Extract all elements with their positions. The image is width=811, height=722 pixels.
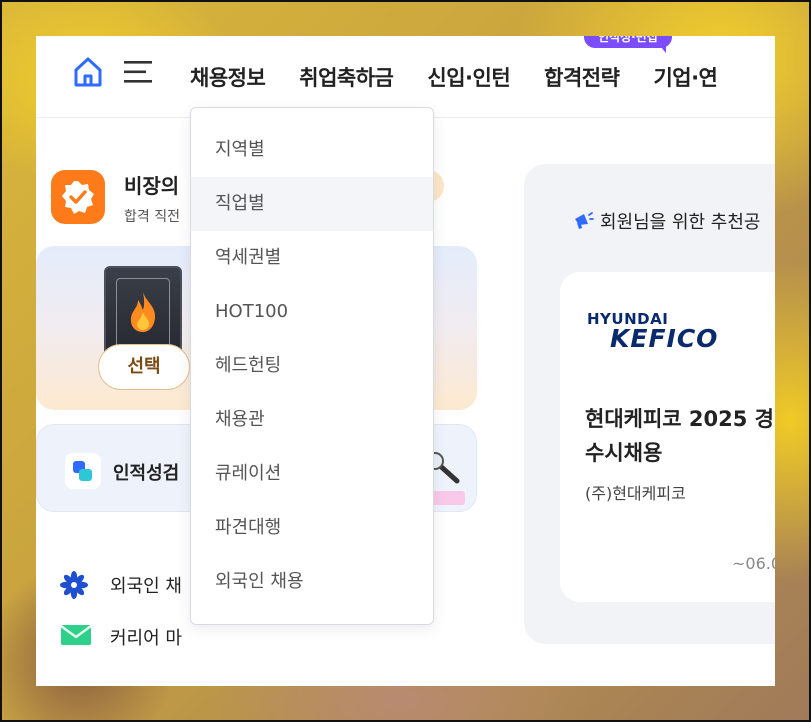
mail-icon bbox=[60, 623, 92, 651]
link-career-mail[interactable]: 커리어 마 bbox=[60, 622, 182, 652]
dropdown-item-occupation[interactable]: 직업별 bbox=[191, 177, 433, 231]
link-foreign-jobs[interactable]: 외국인 채 bbox=[60, 570, 182, 600]
dropdown-item-foreigner[interactable]: 외국인 채용 bbox=[191, 555, 433, 609]
nav-item-newcomer-intern[interactable]: 신입·인턴 bbox=[427, 62, 510, 92]
vip-title: 비장의 bbox=[124, 174, 180, 198]
link-label: 커리어 마 bbox=[110, 628, 182, 649]
dropdown-item-station[interactable]: 역세권별 bbox=[191, 231, 433, 285]
dropdown-item-curation[interactable]: 큐레이션 bbox=[191, 447, 433, 501]
recommend-title: 회원님을 위한 추천공 bbox=[572, 208, 760, 234]
nav-item-strategy[interactable]: 합격전략 bbox=[544, 62, 620, 92]
job-deadline: ~06.0 bbox=[732, 554, 775, 573]
job-company: (주)현대케피코 bbox=[585, 484, 686, 503]
nav-item-company[interactable]: 기업·연 bbox=[653, 62, 717, 92]
home-icon[interactable] bbox=[72, 56, 104, 88]
recommend-title-text: 회원님을 위한 추천공 bbox=[600, 212, 761, 233]
dropdown-item-hot100[interactable]: HOT100 bbox=[191, 285, 433, 339]
recommend-panel: 회원님을 위한 추천공 HYUNDAI KEFICO 현대케피코 2025 경 … bbox=[524, 164, 775, 644]
job-card[interactable]: HYUNDAI KEFICO 현대케피코 2025 경 수시채용 (주)현대케피… bbox=[560, 272, 775, 602]
jobs-dropdown-menu: 지역별 직업별 역세권별 HOT100 헤드헌팅 채용관 큐레이션 파견대행 외… bbox=[190, 107, 434, 625]
nav-item-jobs[interactable]: 채용정보 bbox=[190, 62, 266, 92]
dropdown-item-recruit-hall[interactable]: 채용관 bbox=[191, 393, 433, 447]
aptitude-test-icon bbox=[65, 453, 101, 489]
megaphone-icon bbox=[575, 212, 594, 229]
verified-badge-icon bbox=[51, 170, 105, 224]
select-button[interactable]: 선택 bbox=[98, 344, 190, 390]
main-nav: 채용정보 취업축하금 신입·인턴 합격전략 기업·연 bbox=[190, 36, 751, 118]
aptitude-test-label: 인적성검 bbox=[113, 463, 180, 484]
dropdown-item-region[interactable]: 지역별 bbox=[191, 123, 433, 177]
flower-icon bbox=[60, 571, 92, 599]
vip-subtitle: 합격 직전 bbox=[124, 209, 180, 225]
hamburger-menu-icon[interactable] bbox=[122, 58, 154, 86]
header: 채용정보 취업축하금 신입·인턴 합격전략 기업·연 인적성·면접 bbox=[36, 36, 775, 118]
job-title: 현대케피코 2025 경 수시채용 bbox=[585, 407, 774, 465]
link-label: 외국인 채 bbox=[110, 576, 182, 597]
fire-icon bbox=[130, 292, 156, 332]
dropdown-item-dispatch[interactable]: 파견대행 bbox=[191, 501, 433, 555]
dropdown-item-headhunting[interactable]: 헤드헌팅 bbox=[191, 339, 433, 393]
nav-item-bonus[interactable]: 취업축하금 bbox=[299, 62, 394, 92]
nav-badge: 인적성·면접 bbox=[584, 36, 672, 53]
company-logo-main: KEFICO bbox=[610, 324, 719, 353]
